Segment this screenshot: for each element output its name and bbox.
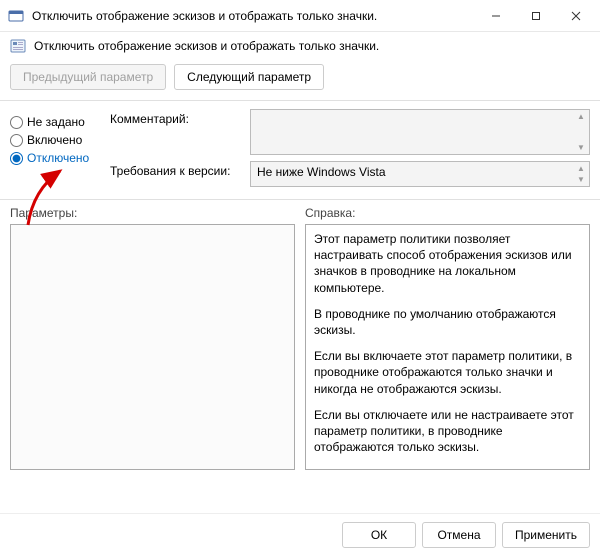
radio-not-configured-input[interactable] [10,116,23,129]
radio-label: Не задано [27,115,85,129]
help-text: Если вы включаете этот параметр политики… [314,348,581,397]
radio-enabled[interactable]: Включено [10,133,110,147]
radio-disabled[interactable]: Отключено [10,151,110,165]
close-button[interactable] [556,2,596,30]
minimize-button[interactable] [476,2,516,30]
policy-icon [10,38,26,54]
requirements-value: Не ниже Windows Vista [257,165,386,179]
radio-label: Отключено [27,151,89,165]
cancel-button[interactable]: Отмена [422,522,496,548]
help-text: Этот параметр политики позволяет настраи… [314,231,581,296]
radio-not-configured[interactable]: Не задано [10,115,110,129]
ok-button[interactable]: ОК [342,522,416,548]
scrollbar-icon: ▲▼ [577,112,587,152]
maximize-button[interactable] [516,2,556,30]
help-label: Справка: [305,206,590,220]
radio-label: Включено [27,133,82,147]
prev-setting-button[interactable]: Предыдущий параметр [10,64,166,90]
policy-header: Отключить отображение эскизов и отобража… [0,32,600,60]
app-icon [8,8,24,24]
state-radio-group: Не задано Включено Отключено [10,109,110,193]
titlebar: Отключить отображение эскизов и отобража… [0,0,600,32]
radio-enabled-input[interactable] [10,134,23,147]
comment-label: Комментарий: [110,109,250,126]
nav-buttons: Предыдущий параметр Следующий параметр [0,60,600,100]
help-panel: Этот параметр политики позволяет настраи… [305,224,590,470]
help-text: В проводнике по умолчанию отображаются э… [314,306,581,338]
options-label: Параметры: [10,206,295,220]
requirements-label: Требования к версии: [110,161,250,178]
apply-button[interactable]: Применить [502,522,590,548]
policy-title: Отключить отображение эскизов и отобража… [34,39,379,53]
dialog-footer: ОК Отмена Применить [0,513,600,556]
next-setting-button[interactable]: Следующий параметр [174,64,324,90]
scrollbar-icon: ▲▼ [577,164,587,184]
requirements-textbox[interactable]: Не ниже Windows Vista ▲▼ [250,161,590,187]
comment-textbox[interactable]: ▲▼ [250,109,590,155]
window-title: Отключить отображение эскизов и отобража… [32,9,476,23]
radio-disabled-input[interactable] [10,152,23,165]
options-panel [10,224,295,470]
help-text: Если вы отключаете или не настраиваете э… [314,407,581,456]
